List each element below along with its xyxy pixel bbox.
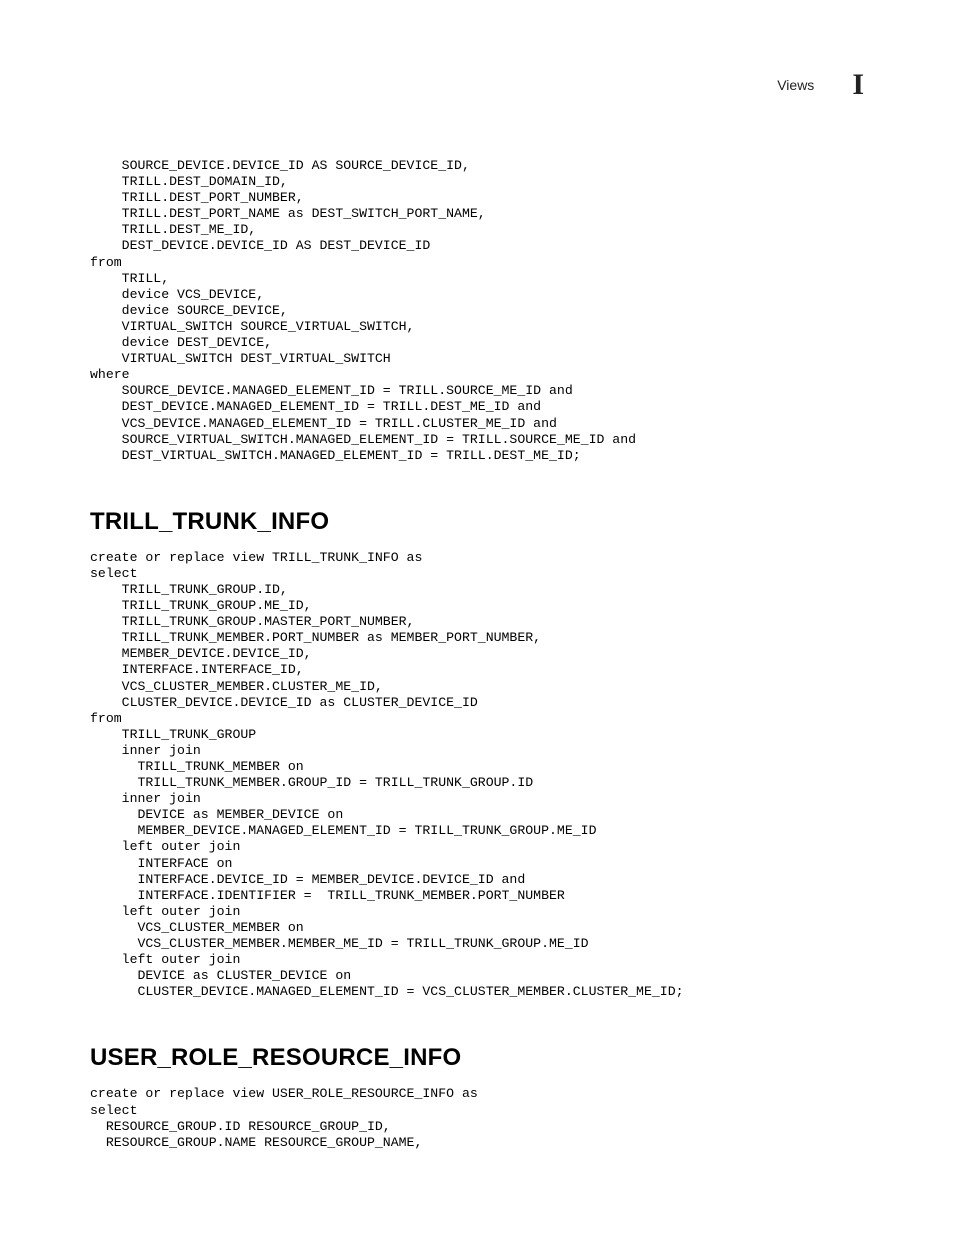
code-block-trill-trunk-info: create or replace view TRILL_TRUNK_INFO … xyxy=(90,550,864,1001)
heading-user-role-resource-info: USER_ROLE_RESOURCE_INFO xyxy=(90,1044,864,1072)
code-block-trill-info-continued: SOURCE_DEVICE.DEVICE_ID AS SOURCE_DEVICE… xyxy=(90,158,864,464)
header-section-label: Views xyxy=(777,77,814,93)
document-page: Views I SOURCE_DEVICE.DEVICE_ID AS SOURC… xyxy=(0,0,954,1211)
heading-trill-trunk-info: TRILL_TRUNK_INFO xyxy=(90,508,864,536)
header-appendix-letter: I xyxy=(852,68,864,102)
page-header: Views I xyxy=(90,68,864,102)
code-block-user-role-resource-info: create or replace view USER_ROLE_RESOURC… xyxy=(90,1086,864,1150)
